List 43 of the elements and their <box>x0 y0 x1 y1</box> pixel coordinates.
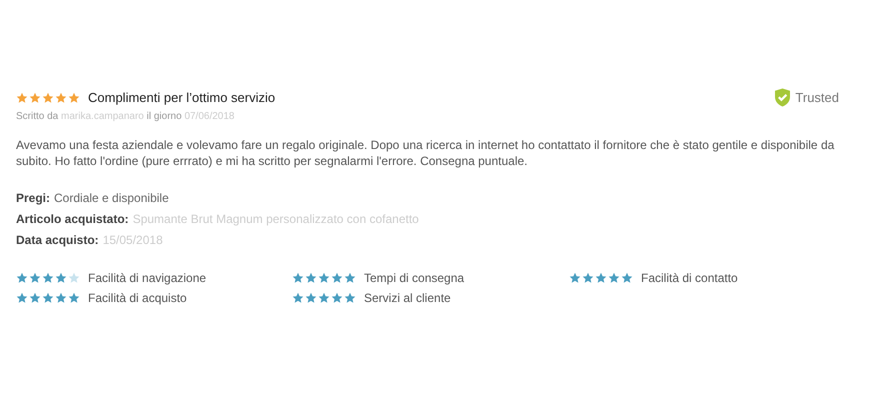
star-icon <box>29 272 41 284</box>
trusted-label: Trusted <box>795 90 839 105</box>
detail-label: Pregi: <box>16 191 50 205</box>
star-icon <box>55 292 67 304</box>
star-icon <box>292 272 304 284</box>
star-icon <box>318 272 330 284</box>
star-icon <box>68 272 80 284</box>
detail-label: Data acquisto: <box>16 233 99 247</box>
star-icon <box>621 272 633 284</box>
star-icon <box>608 272 620 284</box>
review-title: Complimenti per l’ottimo servizio <box>88 90 276 105</box>
shield-check-icon <box>774 88 792 107</box>
star-icon <box>16 92 28 104</box>
star-icon <box>595 272 607 284</box>
star-icon <box>68 292 80 304</box>
star-icon <box>55 92 67 104</box>
star-icon <box>16 272 28 284</box>
rating-label: Servizi al cliente <box>364 291 451 305</box>
star-icon <box>292 292 304 304</box>
star-icon <box>331 272 343 284</box>
star-icon <box>16 292 28 304</box>
star-icon <box>305 292 317 304</box>
star-icon <box>42 292 54 304</box>
star-icon <box>42 272 54 284</box>
star-icon <box>29 292 41 304</box>
star-icon <box>318 292 330 304</box>
detail-value: Cordiale e disponibile <box>54 191 169 205</box>
rating-label: Facilità di navigazione <box>88 271 206 285</box>
star-icon <box>42 92 54 104</box>
rating-label: Facilità di acquisto <box>88 291 187 305</box>
review-text: Avevamo una festa aziendale e volevamo fare un regalo originale. Dopo una ricerca in internet ho contattato il fornitore che è stato gentile e disponibile da subito. Ho fatto l'ordine (pure errrato) e mi ha scritto per segnalarmi l'errore. Consegna puntuale. <box>16 137 836 169</box>
star-icon <box>582 272 594 284</box>
star-icon <box>68 92 80 104</box>
rating-label: Tempi di consegna <box>364 271 464 285</box>
detail-label: Articolo acquistato: <box>16 212 129 226</box>
rating-label: Facilità di contatto <box>641 271 738 285</box>
star-icon <box>331 292 343 304</box>
star-icon <box>344 292 356 304</box>
star-icon <box>569 272 581 284</box>
star-icon <box>344 272 356 284</box>
star-icon <box>29 92 41 104</box>
star-icon <box>305 272 317 284</box>
star-icon <box>55 272 67 284</box>
